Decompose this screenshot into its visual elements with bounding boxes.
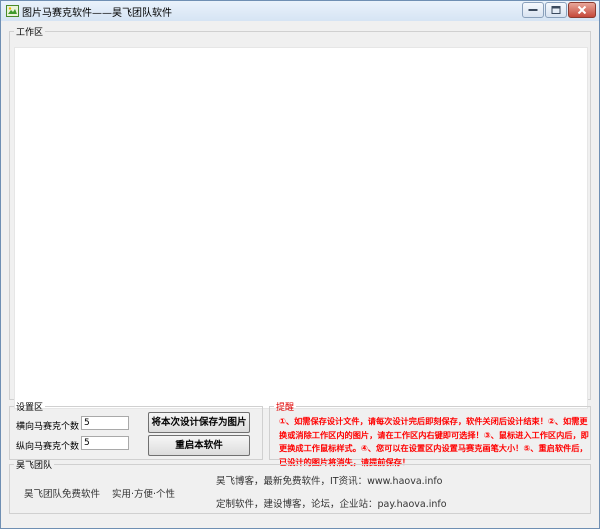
minimize-button[interactable] xyxy=(522,2,544,18)
horizontal-count-label: 横向马赛克个数 xyxy=(16,422,80,432)
vertical-count-label: 纵向马赛克个数 xyxy=(16,442,80,452)
team-group: 昊飞团队 昊飞团队免费软件 实用·方便·个性 昊飞博客，最新免费软件，IT资讯：… xyxy=(9,458,591,514)
settings-legend: 设置区 xyxy=(16,403,44,413)
restart-button[interactable]: 重启本软件 xyxy=(148,435,250,456)
close-button[interactable] xyxy=(568,2,596,18)
minimize-icon xyxy=(528,9,538,11)
work-area-legend: 工作区 xyxy=(16,28,44,38)
work-area-group: 工作区 xyxy=(9,25,591,409)
title-bar[interactable]: 图片马赛克软件——昊飞团队软件 xyxy=(1,1,599,21)
window-title: 图片马赛克软件——昊飞团队软件 xyxy=(22,8,172,19)
client-area: 工作区 设置区 横向马赛克个数 纵向马赛克个数 将本次设计保存为图片 重启本软件… xyxy=(5,23,595,524)
image-app-icon xyxy=(6,5,19,17)
team-slogan-left: 昊飞团队免费软件 xyxy=(24,489,101,500)
vertical-count-input[interactable] xyxy=(81,436,129,450)
main-window: 图片马赛克软件——昊飞团队软件 工作区 设置区 横向马赛克个数 纵向马赛克个数 … xyxy=(0,0,600,529)
team-slogan-right: 实用·方便·个性 xyxy=(112,489,176,500)
save-as-image-button[interactable]: 将本次设计保存为图片 xyxy=(148,412,250,433)
close-icon xyxy=(577,6,587,14)
maximize-button[interactable] xyxy=(545,2,567,18)
team-legend: 昊飞团队 xyxy=(16,461,53,471)
maximize-icon xyxy=(551,6,561,14)
work-canvas[interactable] xyxy=(14,47,588,409)
tips-group: 提醒 ①、如需保存设计文件，请每次设计完后即刻保存，软件关闭后设计结束！②、如需… xyxy=(269,400,591,467)
team-blog-line: 昊飞博客，最新免费软件，IT资讯：www.haova.info xyxy=(216,476,443,487)
settings-group: 设置区 横向马赛克个数 纵向马赛克个数 将本次设计保存为图片 重启本软件 xyxy=(9,400,263,460)
team-custom-line: 定制软件，建设博客，论坛，企业站：pay.haova.info xyxy=(216,499,447,510)
horizontal-count-input[interactable] xyxy=(81,416,129,430)
tips-legend: 提醒 xyxy=(276,403,295,413)
